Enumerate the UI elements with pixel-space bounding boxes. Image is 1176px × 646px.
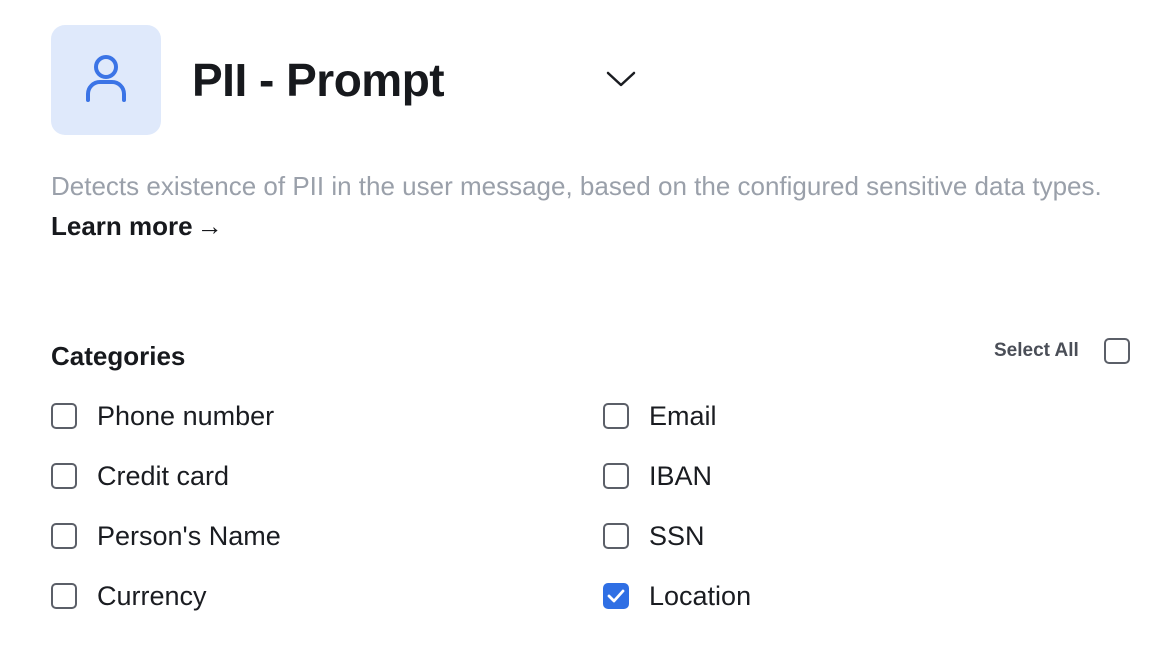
category-label: IBAN bbox=[649, 461, 713, 491]
page-title: PII - Prompt bbox=[192, 54, 445, 106]
detector-dropdown-button[interactable] bbox=[600, 60, 642, 102]
category-item-location[interactable]: Location bbox=[603, 566, 751, 626]
category-item-credit-card[interactable]: Credit card bbox=[51, 446, 229, 506]
category-item-iban[interactable]: IBAN bbox=[603, 446, 712, 506]
detector-icon-tile bbox=[51, 25, 161, 135]
category-label: Location bbox=[649, 581, 752, 611]
select-all-checkbox[interactable] bbox=[1103, 338, 1130, 364]
category-label: SSN bbox=[649, 521, 705, 551]
select-all-control[interactable]: Select All bbox=[994, 336, 1130, 366]
description: Detects existence of PII in the user mes… bbox=[51, 166, 1111, 246]
category-label: Currency bbox=[97, 581, 207, 611]
user-icon bbox=[84, 52, 128, 109]
learn-more-label: Learn more bbox=[51, 211, 193, 241]
description-text: Detects existence of PII in the user mes… bbox=[51, 171, 1102, 201]
category-label: Email bbox=[649, 401, 717, 431]
checkbox[interactable] bbox=[603, 523, 629, 549]
category-item-email[interactable]: Email bbox=[603, 386, 717, 446]
category-item-persons-name[interactable]: Person's Name bbox=[51, 506, 281, 566]
chevron-down-icon bbox=[606, 70, 636, 93]
category-item-currency[interactable]: Currency bbox=[51, 566, 207, 626]
arrow-right-icon: → bbox=[196, 211, 223, 241]
category-label: Phone number bbox=[97, 401, 275, 431]
category-label: Credit card bbox=[97, 461, 230, 491]
pii-prompt-panel: PII - Prompt Detects existence of PII in… bbox=[0, 0, 1176, 646]
checkbox[interactable] bbox=[603, 463, 629, 489]
checkbox[interactable] bbox=[51, 463, 77, 489]
checkbox[interactable] bbox=[603, 583, 629, 609]
checkbox[interactable] bbox=[51, 523, 77, 549]
check-icon bbox=[607, 589, 625, 603]
category-item-ssn[interactable]: SSN bbox=[603, 506, 705, 566]
categories-heading: Categories bbox=[51, 341, 186, 371]
checkbox[interactable] bbox=[603, 403, 629, 429]
category-item-phone-number[interactable]: Phone number bbox=[51, 386, 274, 446]
checkbox[interactable] bbox=[51, 583, 77, 609]
learn-more-link[interactable]: Learn more → bbox=[51, 211, 223, 241]
select-all-label: Select All bbox=[994, 340, 1079, 361]
checkbox[interactable] bbox=[51, 403, 77, 429]
category-label: Person's Name bbox=[97, 521, 281, 551]
